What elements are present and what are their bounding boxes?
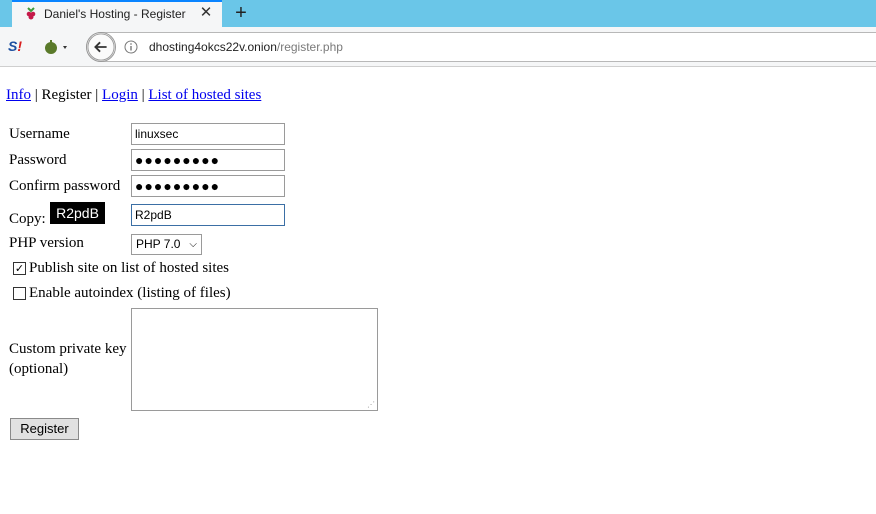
tab-bar: Daniel's Hosting - Register ✕ + [0,0,876,27]
private-key-textarea[interactable]: ⋰ [131,308,378,411]
tab-title: Daniel's Hosting - Register [44,7,186,21]
confirm-password-label: Confirm password [9,178,121,194]
resize-grip-icon[interactable]: ⋰ [367,400,375,409]
nav-toolbar: S! dhosting4okcs22v.onion/register.php [0,27,876,67]
tab-register[interactable]: Daniel's Hosting - Register ✕ [12,0,222,27]
private-key-optional-label: (optional) [9,361,69,377]
captcha-input[interactable]: R2pdB [131,204,285,226]
confirm-password-input[interactable]: ●●●●●●●●● [131,175,285,197]
autoindex-checkbox[interactable] [13,287,26,300]
publish-checkbox[interactable]: ✓ [13,262,26,275]
new-tab-button[interactable]: + [231,2,251,24]
php-version-value: PHP 7.0 [136,237,181,251]
info-icon[interactable] [124,40,138,54]
nav-separator: | [95,87,99,103]
raspberry-icon [26,7,36,20]
onion-menu-icon[interactable] [42,37,72,57]
nav-info-link[interactable]: Info [6,87,31,103]
url-host: dhosting4okcs22v.onion [149,40,277,54]
username-input[interactable]: linuxsec [131,123,285,145]
nav-register-current: Register [41,87,92,103]
php-version-select[interactable]: PHP 7.0 ⌵ [131,234,202,255]
autoindex-label: Enable autoindex (listing of files) [29,285,231,301]
site-nav: Info | Register | Login | List of hosted… [6,87,261,104]
register-button[interactable]: Register [10,418,79,440]
copy-label: Copy: [9,211,46,227]
nav-hosted-sites-link[interactable]: List of hosted sites [148,87,261,103]
username-label: Username [9,126,70,142]
password-input[interactable]: ●●●●●●●●● [131,149,285,171]
php-version-label: PHP version [9,235,84,251]
url-text[interactable]: dhosting4okcs22v.onion/register.php [149,40,343,54]
back-arrow-icon[interactable] [86,32,116,62]
private-key-label: Custom private key [9,341,127,357]
captcha-image: R2pdB [50,202,105,224]
nav-login-link[interactable]: Login [102,87,138,103]
close-icon[interactable]: ✕ [198,5,214,21]
extension-s-icon[interactable]: S! [8,38,26,56]
url-bar[interactable]: dhosting4okcs22v.onion/register.php [86,32,876,62]
chevron-down-icon: ⌵ [189,239,197,250]
nav-separator: | [34,87,38,103]
page-content: Info | Register | Login | List of hosted… [0,68,876,514]
password-label: Password [9,152,67,168]
publish-label: Publish site on list of hosted sites [29,260,230,276]
url-path: /register.php [276,40,343,54]
nav-separator: | [141,87,145,103]
